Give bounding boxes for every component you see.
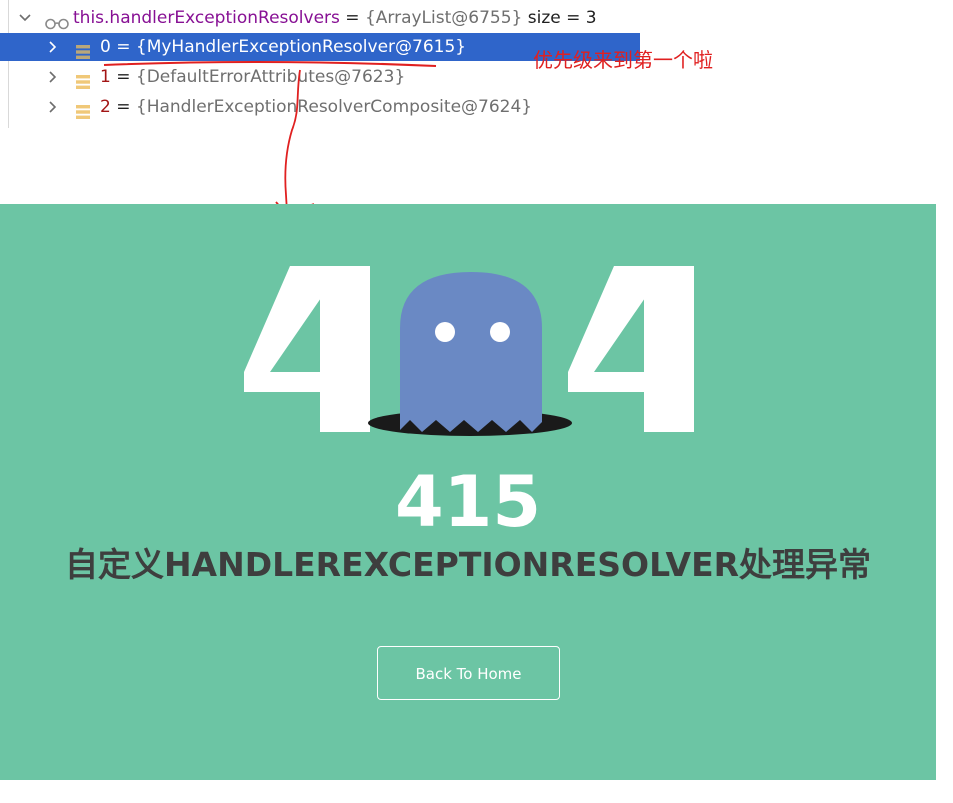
digit-four-left [244, 266, 370, 432]
root-variable-name: this.handlerExceptionResolvers [73, 8, 340, 28]
tree-row-item-2[interactable]: 2 = {HandlerExceptionResolverComposite@7… [0, 93, 640, 121]
item-0-value: {MyHandlerExceptionResolver@7615} [135, 37, 467, 57]
item-0-index: 0 [100, 37, 111, 57]
annotation-text: 优先级来到第一个啦 [533, 48, 713, 72]
item-0-text: 0 = {MyHandlerExceptionResolver@7615} [100, 33, 466, 61]
item-2-text: 2 = {HandlerExceptionResolverComposite@7… [100, 93, 532, 121]
ghost-icon [400, 272, 542, 432]
item-1-equals: = [110, 67, 136, 87]
tree-row-root[interactable]: this.handlerExceptionResolvers = {ArrayL… [0, 4, 640, 32]
glasses-watch-icon [44, 11, 70, 30]
back-to-home-button[interactable]: Back To Home [377, 646, 560, 700]
error-message: 自定义HANDLEREXCEPTIONRESOLVER处理异常 [64, 545, 872, 584]
chevron-right-icon[interactable] [46, 40, 60, 54]
item-1-index: 1 [100, 67, 111, 87]
item-2-value: {HandlerExceptionResolverComposite@7624} [135, 97, 533, 117]
item-1-text: 1 = {DefaultErrorAttributes@7623} [100, 63, 405, 91]
root-equals: = [339, 8, 365, 28]
root-value: {ArrayList@6755} [364, 8, 523, 28]
chevron-right-icon[interactable] [46, 70, 60, 84]
digit-four-right [568, 266, 694, 432]
root-size: size = 3 [522, 8, 597, 28]
illustration-404 [244, 266, 694, 436]
field-icon [76, 40, 90, 59]
field-icon [76, 100, 90, 119]
item-0-equals: = [110, 37, 136, 57]
field-icon [76, 70, 90, 89]
item-1-value: {DefaultErrorAttributes@7623} [135, 67, 406, 87]
root-variable-text: this.handlerExceptionResolvers = {ArrayL… [73, 4, 597, 32]
chevron-down-icon[interactable] [18, 11, 32, 25]
error-page: 415 自定义HANDLEREXCEPTIONRESOLVER处理异常 Back… [0, 204, 936, 780]
root-size-text: size = 3 [527, 8, 597, 28]
item-2-equals: = [110, 97, 136, 117]
status-code: 415 [394, 461, 542, 543]
chevron-right-icon[interactable] [46, 100, 60, 114]
item-2-index: 2 [100, 97, 111, 117]
